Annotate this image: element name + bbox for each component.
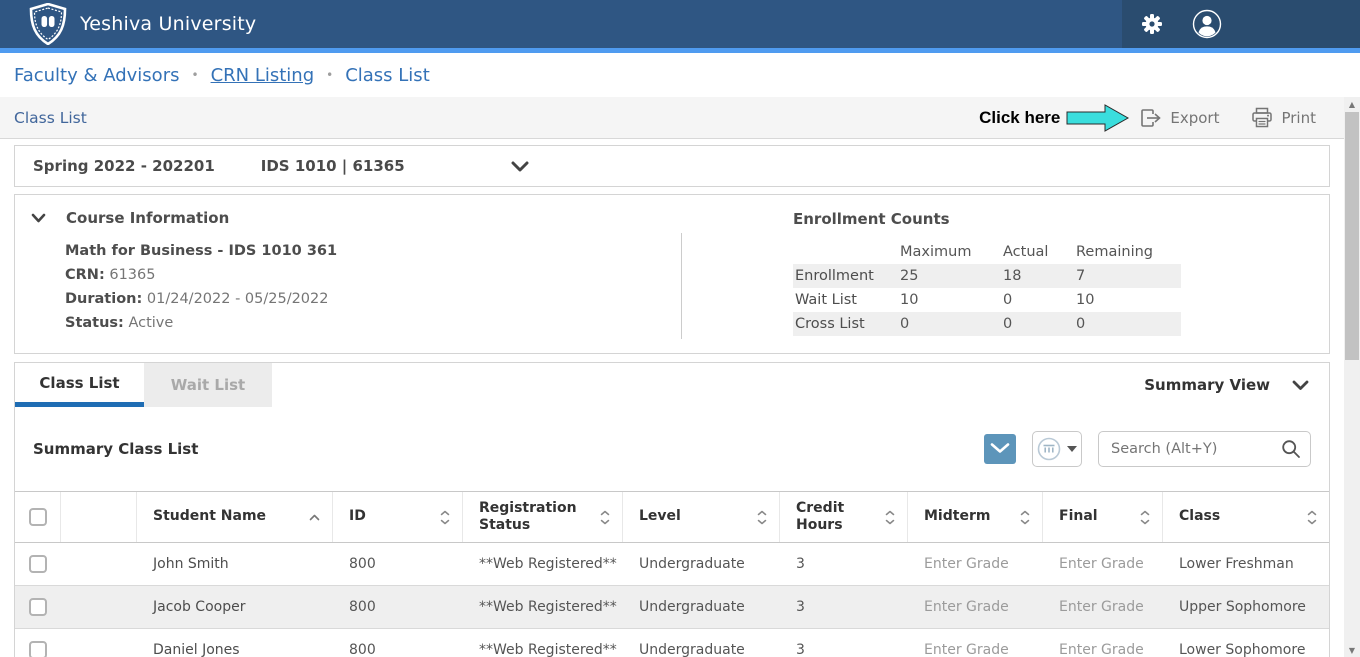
row-checkbox[interactable]	[29, 598, 47, 616]
course-information-panel: Course Information Math for Business - I…	[14, 194, 1330, 354]
student-row: Jacob Cooper 800 **Web Registered** Unde…	[15, 586, 1329, 629]
final-grade-entry[interactable]: Enter Grade	[1043, 556, 1163, 572]
enrollment-counts-section: Enrollment Counts Maximum Actual Remaini…	[681, 195, 1181, 353]
column-header-student-name[interactable]: Student Name	[137, 492, 333, 542]
search-input[interactable]	[1098, 431, 1311, 467]
course-information-section: Course Information Math for Business - I…	[15, 195, 681, 353]
enrollment-counts-table: Maximum Actual Remaining Enrollment 25 1…	[793, 240, 1181, 336]
export-label: Export	[1170, 109, 1219, 127]
sort-asc-icon	[309, 514, 320, 521]
column-header-credit-hours[interactable]: Credit Hours	[780, 492, 908, 542]
settings-gear-button[interactable]	[1140, 12, 1164, 36]
column-header-class[interactable]: Class	[1163, 492, 1329, 542]
scrollbar-thumb[interactable]	[1345, 112, 1359, 360]
wait-list-row: Wait List 10 0 10	[793, 288, 1181, 312]
term-value: Spring 2022 - 202201	[33, 157, 215, 175]
export-icon	[1140, 108, 1162, 128]
column-header-id[interactable]: ID	[333, 492, 463, 542]
sort-both-icon	[600, 510, 610, 525]
chevron-down-icon	[1292, 380, 1309, 391]
gradebook-dropdown-button[interactable]	[1032, 431, 1082, 467]
header-actions: Click here Export	[979, 103, 1316, 133]
term-course-selector[interactable]: Spring 2022 - 202201 IDS 1010 | 61365	[14, 145, 1330, 187]
column-header-final[interactable]: Final	[1043, 492, 1163, 542]
enroll-col-actual: Actual	[1001, 244, 1074, 260]
student-row: John Smith 800 **Web Registered** Underg…	[15, 543, 1329, 586]
breadcrumb-separator: •	[191, 68, 198, 82]
scroll-up-arrow-icon[interactable]: ▲	[1344, 97, 1360, 111]
search-box	[1098, 431, 1311, 467]
photo-column-header	[61, 492, 137, 542]
scroll-down-arrow-icon[interactable]: ▼	[1344, 643, 1360, 657]
midterm-grade-entry[interactable]: Enter Grade	[908, 556, 1043, 572]
navbar-right-section	[1122, 0, 1360, 48]
print-label: Print	[1281, 109, 1316, 127]
sort-both-icon	[1020, 510, 1030, 525]
breadcrumb-crn-listing[interactable]: CRN Listing	[211, 65, 315, 86]
chevron-down-icon	[511, 161, 529, 172]
top-navbar: Yeshiva University	[0, 0, 1360, 48]
export-button[interactable]: Export	[1140, 108, 1219, 128]
midterm-grade-entry[interactable]: Enter Grade	[908, 599, 1043, 615]
search-icon[interactable]	[1281, 439, 1301, 459]
email-button[interactable]	[984, 434, 1016, 464]
enrollment-counts-title: Enrollment Counts	[793, 210, 950, 228]
sort-both-icon	[1140, 510, 1150, 525]
breadcrumb-class-list[interactable]: Class List	[345, 65, 430, 86]
gradebook-columns-icon	[1037, 437, 1061, 461]
enrollment-row: Enrollment 25 18 7	[793, 264, 1181, 288]
user-profile-button[interactable]	[1192, 9, 1222, 39]
class-list-panel: Class List Wait List Summary View Summar…	[14, 362, 1330, 657]
duration-line: Duration: 01/24/2022 - 05/25/2022	[65, 287, 681, 311]
enroll-col-remaining: Remaining	[1074, 244, 1181, 260]
yeshiva-logo-icon	[28, 3, 68, 45]
sort-both-icon	[440, 510, 450, 525]
summary-view-label: Summary View	[1144, 376, 1270, 394]
print-icon	[1251, 107, 1273, 128]
final-grade-entry[interactable]: Enter Grade	[1043, 642, 1163, 657]
column-header-registration-status[interactable]: Registration Status	[463, 492, 623, 542]
dropdown-caret-icon	[1067, 446, 1077, 452]
enroll-col-maximum: Maximum	[898, 244, 1001, 260]
breadcrumb: Faculty & Advisors • CRN Listing • Class…	[0, 53, 1360, 97]
summary-view-dropdown[interactable]: Summary View	[1144, 376, 1329, 394]
email-icon	[989, 441, 1011, 457]
table-toolbar: Summary Class List	[15, 407, 1329, 491]
breadcrumb-faculty-advisors[interactable]: Faculty & Advisors	[14, 65, 179, 86]
course-information-title: Course Information	[66, 209, 229, 227]
click-here-arrow-icon	[1066, 103, 1130, 133]
page-title: Class List	[14, 109, 87, 127]
midterm-grade-entry[interactable]: Enter Grade	[908, 642, 1043, 657]
cross-list-row: Cross List 0 0 0	[793, 312, 1181, 336]
row-checkbox[interactable]	[29, 641, 47, 657]
sort-both-icon	[1307, 510, 1317, 525]
print-button[interactable]: Print	[1251, 107, 1316, 128]
section-divider	[681, 233, 682, 339]
crn-line: CRN: 61365	[65, 263, 681, 287]
summary-class-list-heading: Summary Class List	[33, 440, 198, 458]
collapse-chevron-icon[interactable]	[31, 213, 46, 223]
user-icon	[1192, 9, 1222, 39]
page-header: Class List Click here Export	[0, 97, 1360, 139]
select-all-checkbox[interactable]	[29, 508, 47, 526]
gear-icon	[1140, 12, 1164, 36]
brand-title: Yeshiva University	[80, 13, 256, 35]
tab-wait-list[interactable]: Wait List	[144, 363, 272, 407]
student-row: Daniel Jones 800 **Web Registered** Unde…	[15, 629, 1329, 657]
column-header-level[interactable]: Level	[623, 492, 780, 542]
course-value: IDS 1010 | 61365	[261, 157, 405, 175]
click-here-annotation: Click here	[979, 108, 1060, 128]
tab-class-list[interactable]: Class List	[15, 363, 144, 407]
status-line: Status: Active	[65, 311, 681, 335]
final-grade-entry[interactable]: Enter Grade	[1043, 599, 1163, 615]
course-title: Math for Business - IDS 1010 361	[65, 239, 681, 263]
breadcrumb-separator: •	[326, 68, 333, 82]
sort-both-icon	[757, 510, 767, 525]
row-checkbox[interactable]	[29, 555, 47, 573]
table-header-row: Student Name ID Registration Status Leve…	[15, 491, 1329, 543]
sort-both-icon	[885, 510, 895, 525]
column-header-midterm[interactable]: Midterm	[908, 492, 1043, 542]
vertical-scrollbar[interactable]: ▲ ▼	[1344, 97, 1360, 657]
tab-bar: Class List Wait List Summary View	[15, 363, 1329, 407]
